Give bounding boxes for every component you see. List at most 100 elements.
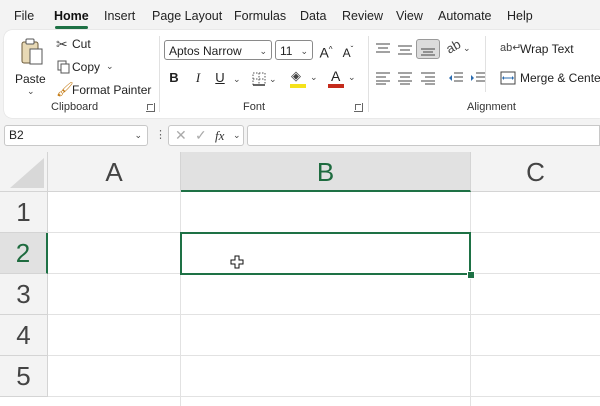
row-header-2[interactable]: 2 — [0, 233, 48, 274]
clipboard-dialog-launcher-icon[interactable] — [146, 103, 155, 112]
chevron-down-icon: ⌄ — [233, 130, 241, 140]
clipboard-icon — [21, 38, 43, 65]
row-header-3[interactable]: 3 — [0, 274, 48, 315]
borders-button[interactable]: ⌄ — [250, 70, 278, 88]
ribbon: Paste ⌄ ✂ Cut Copy ⌄ 🖌 Format Painter Cl… — [4, 30, 600, 118]
menu-review[interactable]: Review — [342, 9, 383, 23]
selected-cell-b2[interactable] — [180, 232, 471, 275]
font-group-label: Font — [243, 101, 266, 113]
format-painter-label: Format Painter — [72, 83, 152, 97]
chevron-down-icon[interactable]: ⌄ — [106, 61, 114, 72]
align-left-icon[interactable] — [375, 71, 391, 85]
format-painter-button[interactable]: 🖌 Format Painter — [56, 81, 152, 100]
text-orientation-icon: ab — [443, 36, 464, 57]
column-header-b[interactable]: B — [181, 152, 471, 192]
cell-c1[interactable] — [471, 192, 600, 232]
gridline — [48, 355, 600, 356]
menu-automate[interactable]: Automate — [438, 9, 492, 23]
cut-label: Cut — [72, 37, 91, 51]
decrease-font-size-button[interactable]: Aˇ — [338, 40, 358, 60]
insert-function-icon[interactable]: fx — [215, 128, 224, 144]
cell-cursor-icon — [230, 255, 244, 269]
decrease-indent-icon[interactable] — [448, 71, 464, 85]
cut-button[interactable]: ✂ Cut — [56, 36, 106, 54]
chevron-down-icon[interactable]: ⌄ — [233, 74, 241, 85]
row-header-1[interactable]: 1 — [0, 192, 48, 233]
chevron-down-icon: ⌄ — [348, 72, 356, 82]
scissors-icon: ✂ — [56, 36, 68, 52]
group-separator — [368, 36, 369, 112]
align-bottom-button[interactable] — [416, 39, 440, 59]
cell-c2[interactable] — [471, 233, 600, 273]
enter-icon[interactable]: ✓ — [195, 127, 207, 144]
underline-button[interactable]: U — [210, 68, 230, 88]
wrap-text-icon: ab↵ — [500, 42, 522, 54]
column-header-a[interactable]: A — [48, 152, 181, 192]
gridline — [48, 396, 600, 397]
group-separator — [159, 36, 160, 112]
chevron-down-icon: ⌄ — [27, 86, 35, 96]
paste-label: Paste — [15, 72, 46, 86]
merge-center-icon — [500, 71, 516, 85]
menu-file[interactable]: File — [14, 9, 34, 23]
orientation-button[interactable]: ab ⌄ — [443, 36, 472, 58]
copy-label: Copy — [72, 60, 101, 74]
chevron-down-icon: ⌄ — [259, 46, 267, 56]
cell-a2[interactable] — [48, 233, 180, 273]
copy-icon — [57, 60, 70, 74]
chevron-down-icon: ⌄ — [269, 74, 277, 84]
fill-handle[interactable] — [467, 271, 475, 279]
menu-insert[interactable]: Insert — [104, 9, 135, 23]
merge-center-button[interactable]: Merge & Center — [500, 70, 600, 88]
chevron-down-icon: ⌄ — [463, 43, 471, 53]
align-middle-icon[interactable] — [397, 42, 413, 56]
worksheet-grid: A B C 1 2 3 4 5 — [0, 152, 600, 406]
select-all-button[interactable] — [0, 152, 48, 192]
wrap-text-label: Wrap Text — [520, 42, 574, 56]
font-dialog-launcher-icon[interactable] — [354, 103, 363, 112]
font-name-value: Aptos Narrow — [169, 44, 242, 58]
bold-button[interactable]: B — [164, 68, 184, 88]
increase-indent-icon[interactable] — [470, 71, 486, 85]
column-header-c[interactable]: C — [471, 152, 600, 192]
chevron-down-icon: ⌄ — [300, 46, 308, 56]
menu-help[interactable]: Help — [507, 9, 533, 23]
borders-icon — [252, 72, 266, 86]
increase-font-size-button[interactable]: A^ — [316, 40, 336, 61]
italic-button[interactable]: I — [188, 68, 208, 88]
paste-button[interactable]: Paste ⌄ — [12, 36, 50, 96]
cell-a1[interactable] — [48, 192, 180, 232]
font-size-value: 11 — [280, 44, 293, 58]
align-top-icon[interactable] — [375, 42, 391, 56]
row-header-5[interactable]: 5 — [0, 356, 48, 397]
paint-bucket-icon: ◈ — [291, 68, 301, 83]
menu-view[interactable]: View — [396, 9, 423, 23]
font-color-icon: A — [331, 68, 341, 84]
wrap-text-button[interactable]: ab↵ Wrap Text — [500, 41, 590, 59]
align-right-icon[interactable] — [420, 71, 436, 85]
formula-buttons: ✕ ✓ fx ⌄ — [168, 125, 244, 146]
align-center-icon[interactable] — [397, 71, 413, 85]
cancel-icon[interactable]: ✕ — [175, 127, 187, 144]
menu-data[interactable]: Data — [300, 9, 326, 23]
font-color-button[interactable]: A ⌄ — [326, 68, 358, 90]
formula-bar: B2 ⌄ ⋮ ✕ ✓ fx ⌄ — [0, 122, 600, 152]
menu-home[interactable]: Home — [54, 9, 89, 23]
font-name-select[interactable]: Aptos Narrow ⌄ — [164, 40, 272, 60]
align-bottom-icon — [421, 48, 435, 56]
name-box[interactable]: B2 ⌄ — [4, 125, 148, 146]
clipboard-group-label: Clipboard — [51, 101, 99, 113]
alignment-group-label: Alignment — [467, 101, 516, 113]
cell-b1[interactable] — [181, 192, 470, 232]
formula-input[interactable] — [247, 125, 600, 146]
menu-page-layout[interactable]: Page Layout — [152, 9, 222, 23]
more-options-icon[interactable]: ⋮ — [155, 128, 166, 141]
copy-button[interactable]: Copy ⌄ — [56, 59, 116, 77]
font-size-select[interactable]: 11 ⌄ — [275, 40, 313, 60]
menu-formulas[interactable]: Formulas — [234, 9, 286, 23]
fill-color-swatch — [290, 84, 306, 88]
fill-color-button[interactable]: ◈ ⌄ — [288, 68, 320, 90]
chevron-down-icon: ⌄ — [134, 130, 142, 140]
row-header-4[interactable]: 4 — [0, 315, 48, 356]
merge-center-label: Merge & Center — [520, 71, 600, 85]
